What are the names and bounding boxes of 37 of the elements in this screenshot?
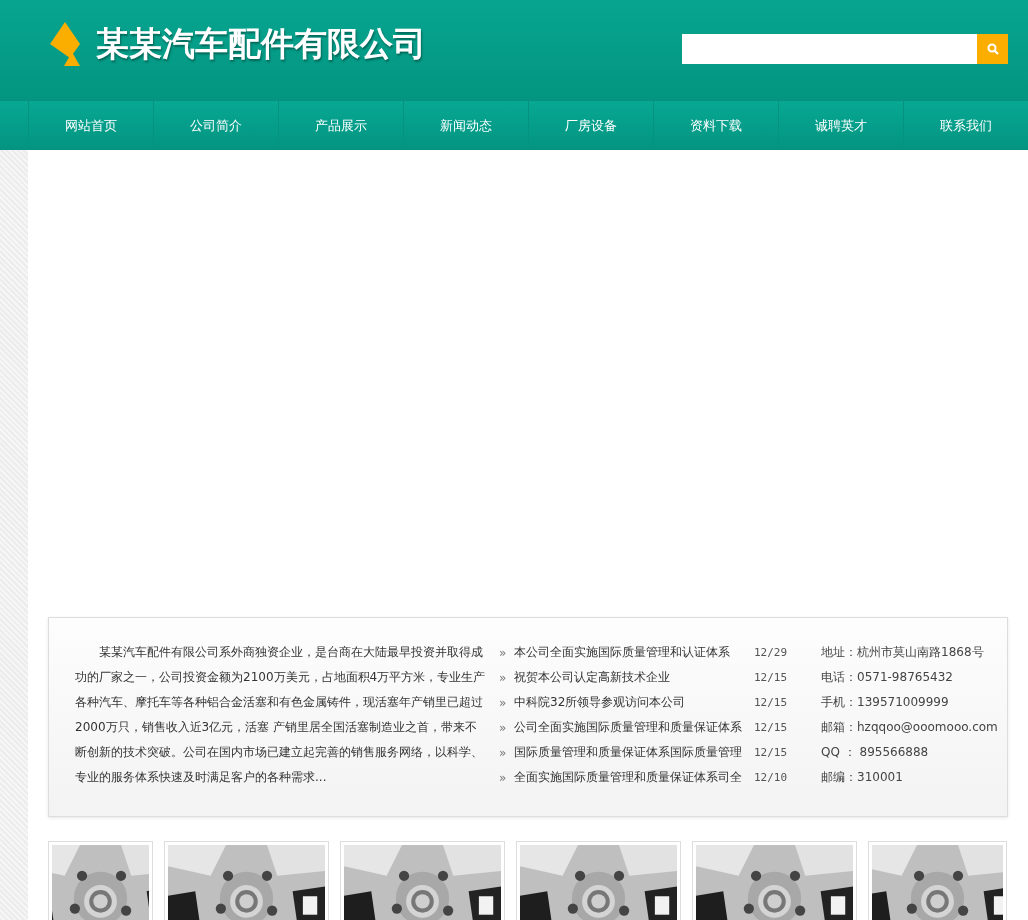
company-intro: 某某汽车配件有限公司系外商独资企业，是台商在大陆最早投资并取得成功的厂家之一，公司投资金额为2100万美元，占地面积4万平方米，专业生产各种汽车、摩托车等各种铝合金活塞和有色金属铸件，现活塞年产销里已超过2000万只，销售收入近3亿元，活塞 产销里居全国活塞制造业之首，带来不断创新的技术突破。公司在国内市场已建立起完善的销售服务网络，以科学、专业的服务体系快速及时满足客户的各种需求... [75,644,487,786]
news-link[interactable]: 祝贺本公司认定高新技术企业 [514,669,754,686]
contact-line: 邮箱：hzqqoo@ooomooo.com [821,719,998,736]
logo-icon [50,22,80,66]
bullet-mark: » [499,645,508,660]
contact-line: QQ ： 895566888 [821,744,930,761]
news-date: 12/10 [754,771,788,784]
nav-link[interactable]: 产品展示 [278,101,403,150]
bullet-mark: » [499,720,508,735]
company-name: 某某汽车配件有限公司 [96,22,426,65]
news-date: 12/15 [754,696,788,709]
bullet-mark: » [499,670,508,685]
nav-link[interactable]: 诚聘英才 [778,101,903,150]
contact-line: 手机：139571009999 [821,694,950,711]
contact-line: 邮编：310001 [821,769,904,786]
news-date: 12/29 [754,646,788,659]
news-date: 12/15 [754,671,788,684]
bullet-mark: » [499,770,508,785]
news-link[interactable]: 国际质量管理和质量保证体系国际质量管理 [514,744,754,761]
news-date: 12/15 [754,721,788,734]
contact-line: 地址：杭州市莫山南路1868号 [821,644,985,661]
news-link[interactable]: 中科院32所领导参观访问本公司 [514,694,754,711]
nav-link[interactable]: 联系我们 [903,101,1028,150]
nav-link[interactable]: 新闻动态 [403,101,528,150]
search-field[interactable] [682,34,977,64]
nav-link[interactable]: 网站首页 [28,101,153,150]
nav-link[interactable]: 公司简介 [153,101,278,150]
news-date: 12/15 [754,746,788,759]
nav-link[interactable]: 厂房设备 [528,101,653,150]
news-link[interactable]: 全面实施国际质量管理和质量保证体系司全 [514,769,754,786]
search-icon [986,43,999,55]
contact-line: 电话：0571-98765432 [821,669,954,686]
news-link[interactable]: 本公司全面实施国际质量管理和认证体系 [514,644,754,661]
bullet-mark: » [499,745,508,760]
bullet-mark: » [499,695,508,710]
news-link[interactable]: 公司全面实施国际质量管理和质量保证体系 [514,719,754,736]
nav-link[interactable]: 资料下载 [653,101,778,150]
